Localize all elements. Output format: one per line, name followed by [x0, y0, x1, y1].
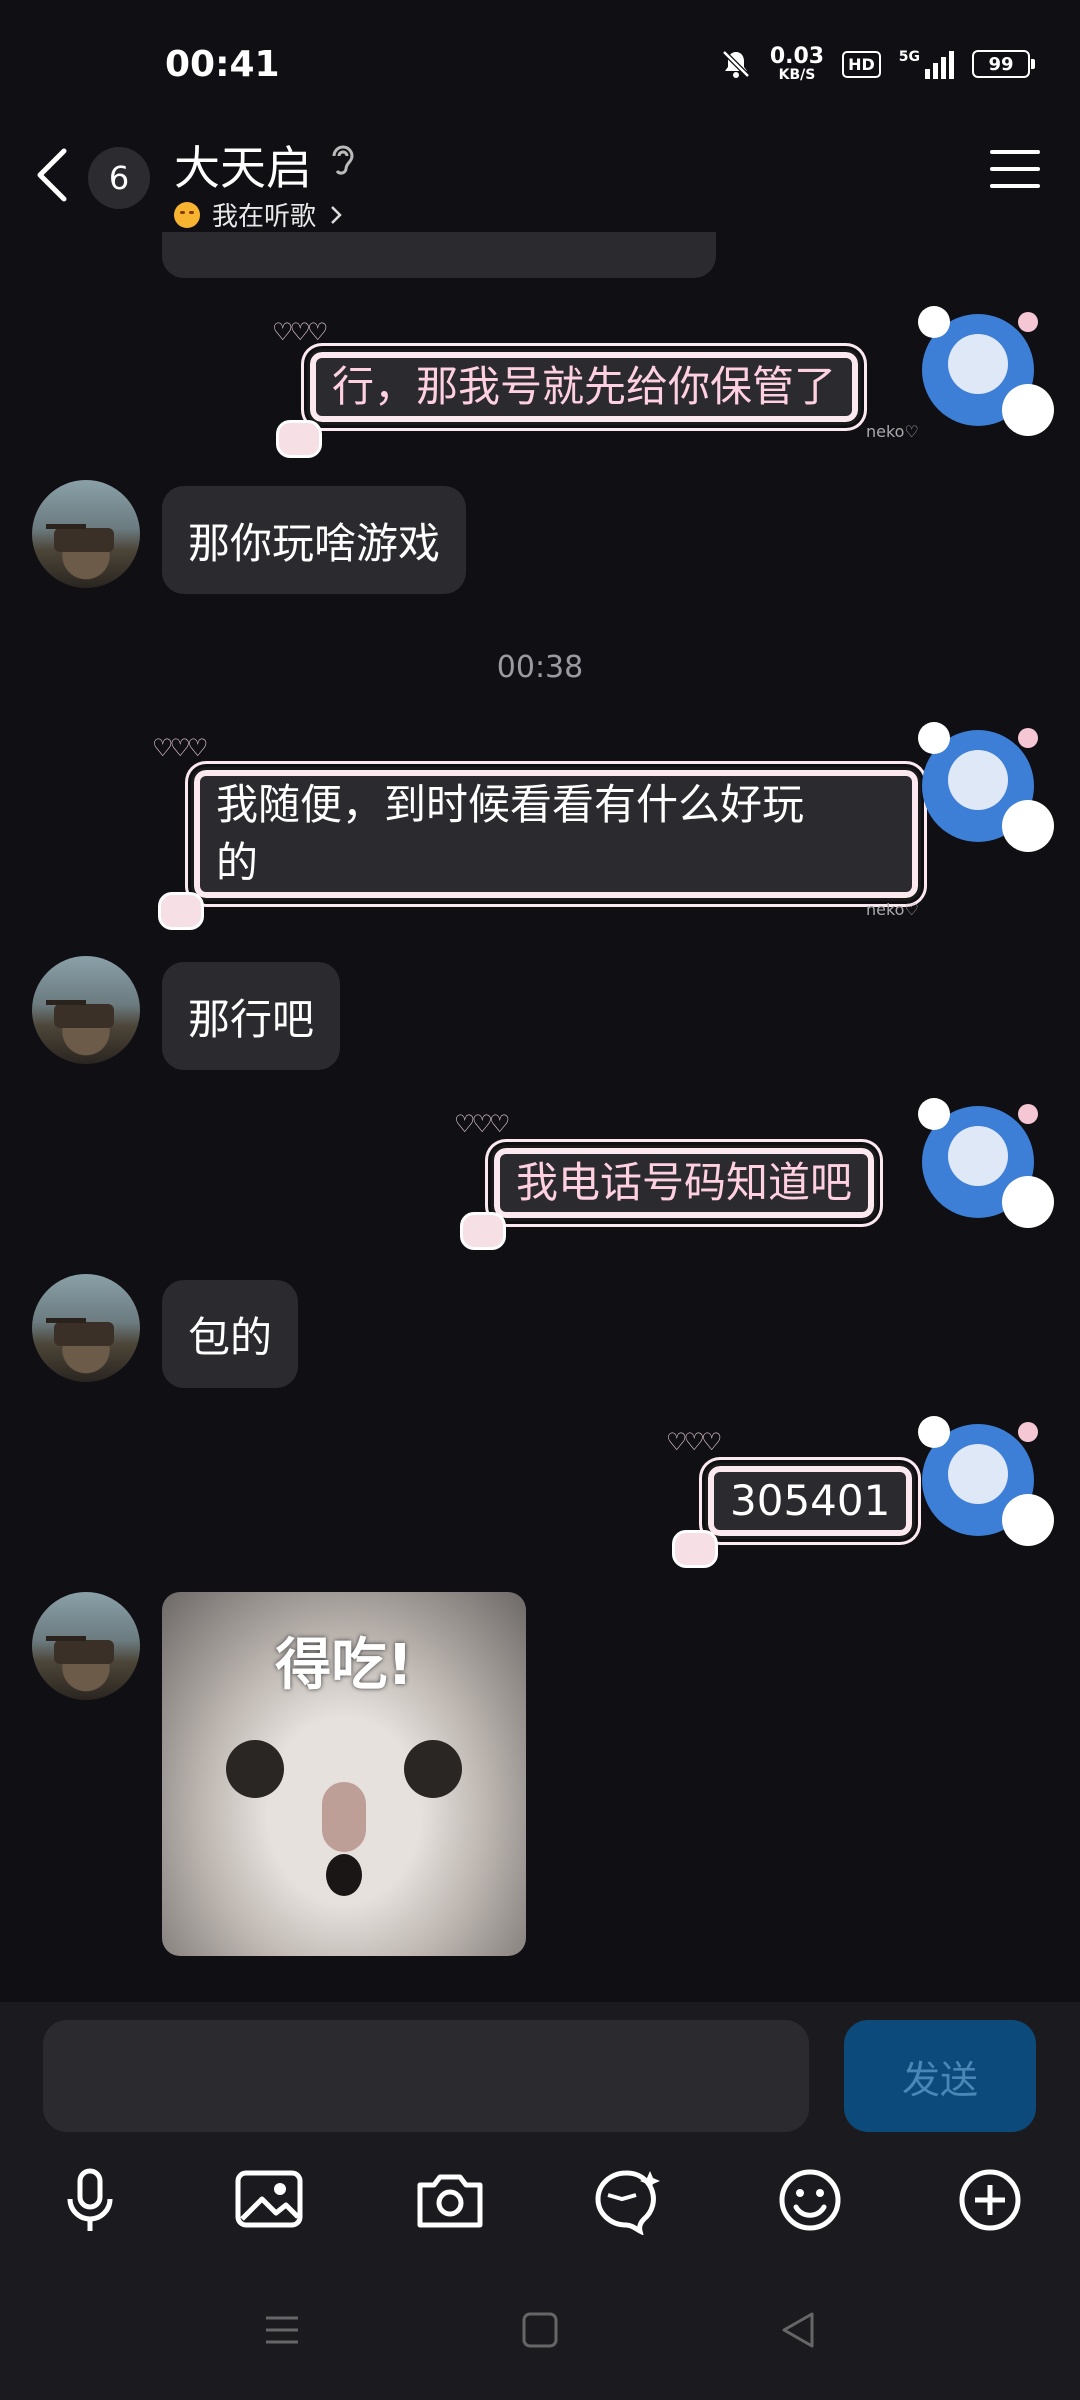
sticker-text: 得吃!: [275, 1633, 413, 1698]
hearts-decor: ♡♡♡: [454, 1110, 511, 1138]
listening-status[interactable]: 我在听歌: [174, 196, 344, 233]
contact-avatar[interactable]: [32, 1592, 140, 1700]
incoming-message[interactable]: 那行吧: [162, 962, 341, 1070]
status-time: 00:41: [165, 44, 280, 85]
paw-icon: [276, 420, 322, 458]
message-line: 我随便，到时候看看有什么好玩: [216, 780, 805, 829]
battery-icon: 99: [972, 50, 1035, 78]
contact-avatar[interactable]: [32, 1274, 140, 1382]
ai-assistant-icon[interactable]: [588, 2165, 668, 2235]
chevron-right-icon: [331, 205, 342, 224]
paw-icon: [672, 1530, 718, 1568]
recent-apps-icon[interactable]: [262, 2310, 302, 2350]
hearts-decor: ♡♡♡: [152, 734, 209, 762]
menu-icon[interactable]: [990, 150, 1040, 192]
smile-emoji-icon: [174, 201, 200, 228]
outgoing-message[interactable]: 我电话号码知道吧: [490, 1145, 878, 1221]
status-icons: 0.03 KB/S HD 5G 99: [720, 44, 1035, 83]
ear-icon: [332, 145, 354, 175]
paw-icon: [158, 892, 204, 930]
back-icon[interactable]: [28, 145, 78, 205]
contact-avatar[interactable]: [32, 956, 140, 1064]
my-avatar[interactable]: [908, 1092, 1058, 1242]
paw-icon: [460, 1212, 506, 1250]
outgoing-message[interactable]: 行，那我号就先给你保管了: [306, 349, 862, 425]
neko-tag: neko♡: [866, 900, 919, 919]
mute-bell-icon: [722, 50, 750, 78]
my-avatar[interactable]: [908, 300, 1058, 450]
my-avatar[interactable]: [908, 716, 1058, 866]
message-line: 的: [216, 838, 259, 887]
back-nav-icon[interactable]: [778, 2310, 818, 2350]
microphone-icon[interactable]: [50, 2165, 130, 2235]
message-input[interactable]: [43, 2020, 809, 2132]
incoming-message[interactable]: 包的: [162, 1280, 299, 1388]
home-icon[interactable]: [520, 2310, 560, 2350]
my-avatar[interactable]: [908, 1410, 1058, 1560]
unread-count-badge[interactable]: 6: [88, 147, 150, 209]
chat-title[interactable]: 大天启: [174, 132, 312, 198]
plus-icon[interactable]: [950, 2165, 1030, 2235]
net-speed: 0.03 KB/S: [769, 44, 825, 83]
listening-text: 我在听歌: [212, 202, 317, 232]
emoji-icon[interactable]: [770, 2165, 850, 2235]
hamster-sticker[interactable]: 得吃!: [162, 1592, 526, 1956]
hd-badge: HD: [842, 50, 881, 78]
send-button[interactable]: 发送: [844, 2020, 1036, 2132]
signal-icon: 5G: [899, 49, 954, 79]
incoming-message[interactable]: 那你玩啥游戏: [162, 486, 467, 594]
system-nav-bar: [0, 2300, 1080, 2360]
hearts-decor: ♡♡♡: [272, 318, 329, 346]
clipped-message-bubble: [162, 232, 716, 278]
message-timestamp: 00:38: [496, 650, 584, 685]
outgoing-message[interactable]: 我随便，到时候看看有什么好玩 的: [191, 767, 921, 901]
camera-icon[interactable]: [410, 2165, 490, 2235]
image-icon[interactable]: [230, 2165, 310, 2235]
contact-avatar[interactable]: [32, 480, 140, 588]
neko-tag: neko♡: [866, 422, 919, 441]
hearts-decor: ♡♡♡: [666, 1428, 723, 1456]
outgoing-message[interactable]: 305401: [704, 1463, 916, 1539]
